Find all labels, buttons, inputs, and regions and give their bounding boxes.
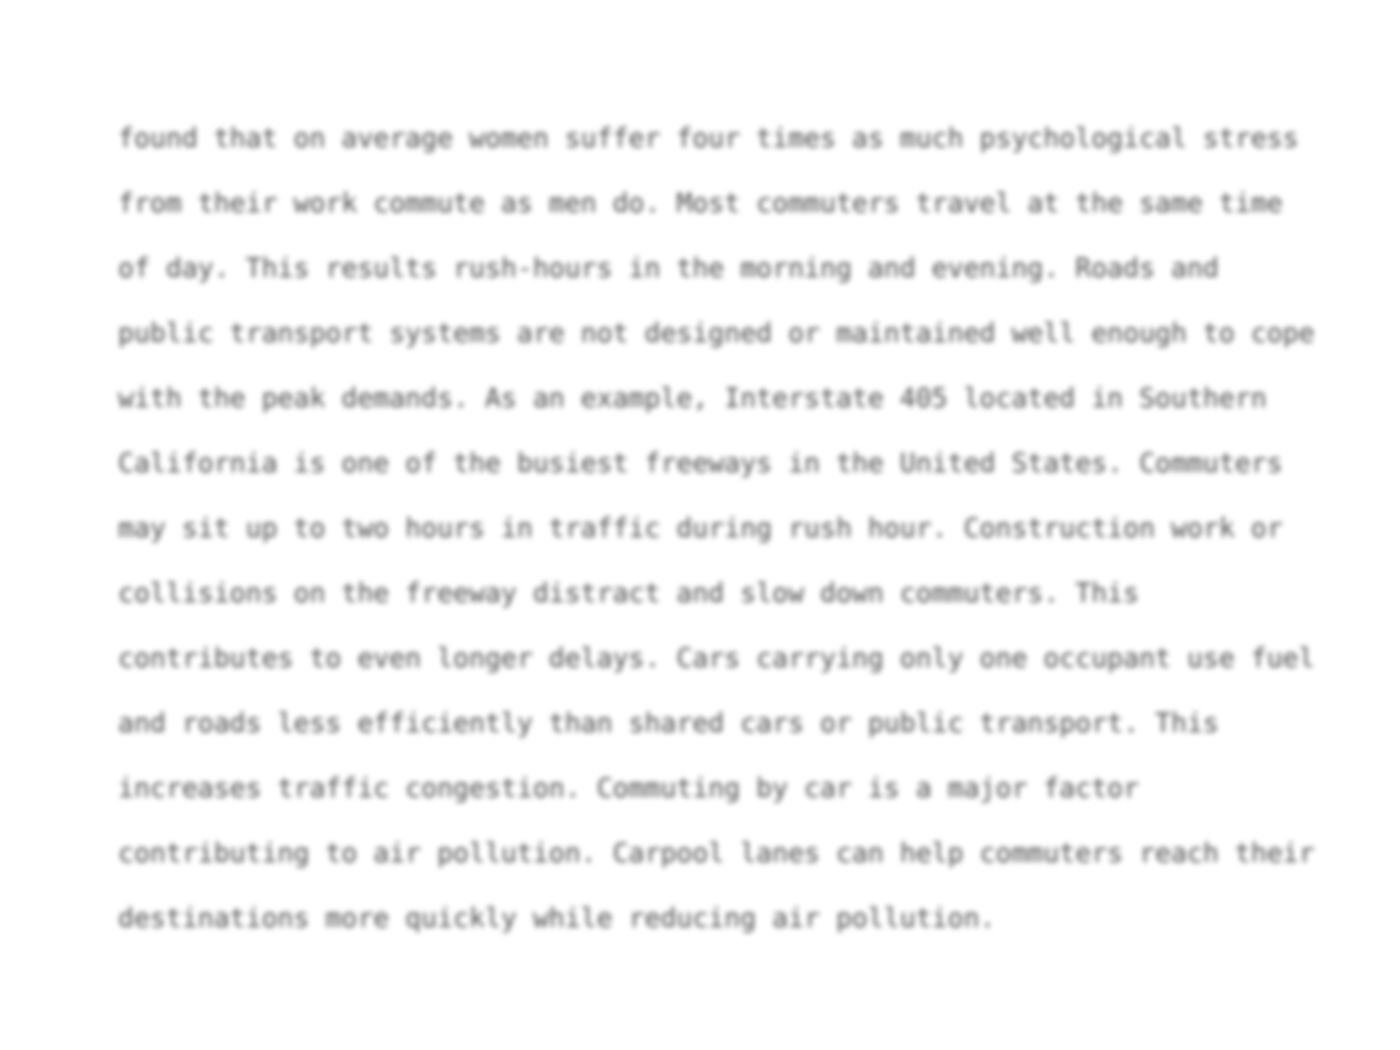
- text-line: collisions on the freeway distract and s…: [118, 578, 1140, 609]
- text-line: increases traffic congestion. Commuting …: [118, 773, 1140, 804]
- text-line: contributes to even longer delays. Cars …: [118, 643, 1315, 674]
- text-line: and roads less efficiently than shared c…: [118, 708, 1219, 739]
- text-line: public transport systems are not designe…: [118, 318, 1315, 349]
- document-page: found that on average women suffer four …: [0, 0, 1400, 1050]
- body-paragraph: found that on average women suffer four …: [118, 106, 1348, 951]
- text-line: California is one of the busiest freeway…: [118, 448, 1283, 479]
- text-line: contributing to air pollution. Carpool l…: [118, 838, 1315, 869]
- text-line: found that on average women suffer four …: [118, 123, 1299, 154]
- text-line: of day. This results rush-hours in the m…: [118, 253, 1219, 284]
- text-line: with the peak demands. As an example, In…: [118, 383, 1267, 414]
- text-line: may sit up to two hours in traffic durin…: [118, 513, 1283, 544]
- text-line: destinations more quickly while reducing…: [118, 903, 996, 934]
- text-line: from their work commute as men do. Most …: [118, 188, 1283, 219]
